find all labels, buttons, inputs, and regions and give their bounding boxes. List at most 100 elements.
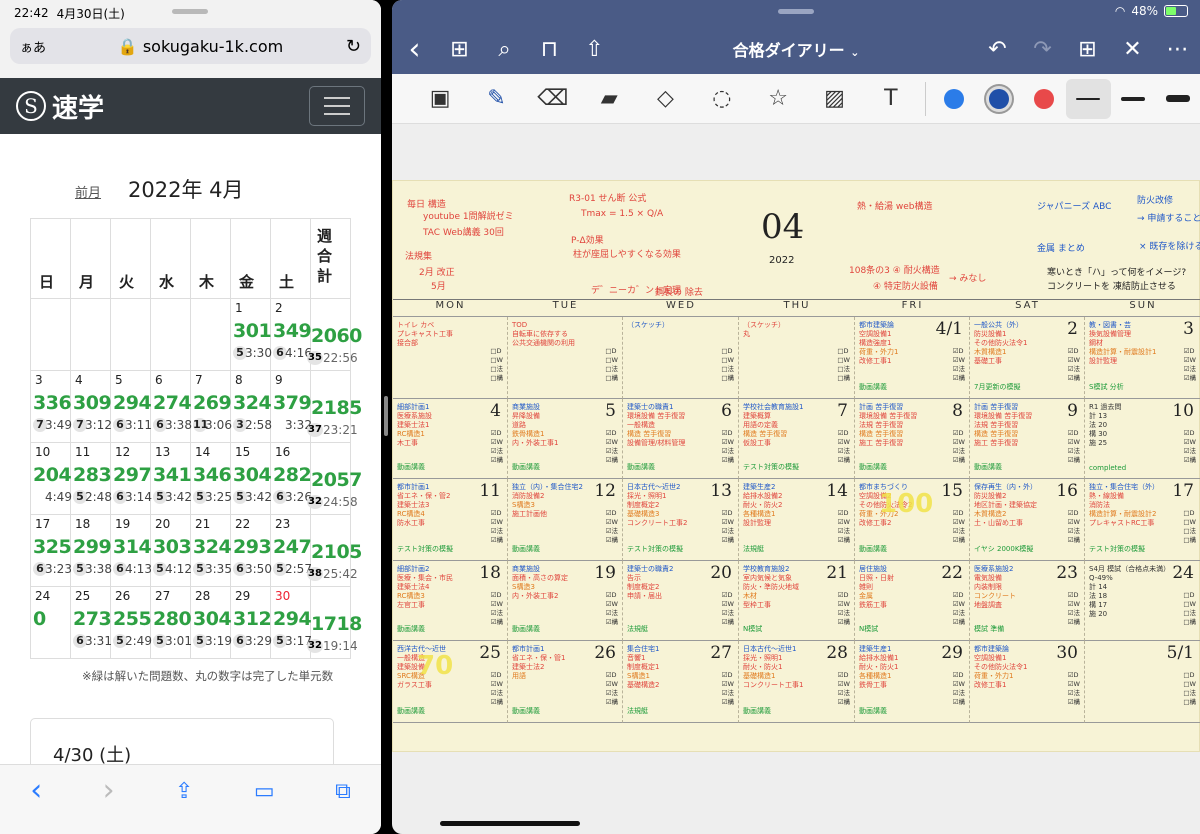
lasso-tool-icon[interactable]: ◌ (694, 79, 750, 119)
checkbox[interactable]: ☑D (491, 429, 503, 438)
day-cell[interactable]: 6 274 6 3:38 (150, 370, 192, 443)
checklist[interactable]: ☑D ☑W ☑法 ☑構 (1068, 509, 1080, 545)
day-cell[interactable]: 9 379 3:32 (270, 370, 312, 443)
bookmark-icon[interactable]: ⊓ (527, 37, 572, 62)
checkbox[interactable]: ☑D (1184, 429, 1196, 438)
checklist[interactable]: ☑D ☑W ☑法 ☑構 (722, 671, 734, 707)
checkbox[interactable]: ☑W (722, 518, 734, 527)
image-tool-icon[interactable]: ▨ (806, 79, 862, 119)
planner-day-cell[interactable]: 9 計画 苦手復習 環境設備 苦手復習 法規 苦手復習 構造 苦手復習 施工 苦手復習 ☑D… (970, 399, 1085, 479)
color-swatch-red[interactable] (1021, 79, 1066, 119)
checkbox[interactable]: □D (490, 347, 503, 356)
checkbox[interactable]: ☑W (1068, 438, 1080, 447)
checkbox[interactable]: ☑W (606, 600, 618, 609)
planner-day-cell[interactable]: 4/1 都市建築論 空調設備1 構造強度1 荷重・外力1 改修工事1 ☑D ☑W ☑法 ☑構 動画講… (855, 317, 970, 399)
checklist[interactable]: ☑D ☑W ☑法 ☑構 (1068, 429, 1080, 465)
checkbox[interactable]: ☑W (491, 518, 503, 527)
checkbox[interactable]: ☑W (838, 680, 850, 689)
checklist[interactable]: □D □W □法 □構 (1183, 591, 1196, 627)
checkbox[interactable]: ☑D (1068, 429, 1080, 438)
checklist[interactable]: ☑D ☑W ☑法 ☑構 (953, 429, 965, 465)
checkbox[interactable]: ☑D (1068, 347, 1080, 356)
checkbox[interactable]: ☑D (1068, 671, 1080, 680)
checkbox[interactable]: ☑法 (953, 689, 965, 698)
checkbox[interactable]: □構 (1183, 618, 1196, 627)
tabs-icon[interactable]: ⧉ (335, 779, 351, 804)
day-cell[interactable]: 21 324 5 3:35 (190, 514, 232, 587)
checkbox[interactable]: ☑構 (838, 698, 850, 707)
checkbox[interactable]: ☑構 (606, 698, 618, 707)
day-cell[interactable]: 4 309 7 3:12 (70, 370, 112, 443)
checkbox[interactable]: ☑構 (1068, 456, 1080, 465)
checkbox[interactable]: □構 (837, 374, 850, 383)
day-cell[interactable]: 30 294 5 3:17 (270, 586, 312, 659)
checkbox[interactable]: ☑法 (606, 527, 618, 536)
prev-month-link[interactable]: 前月 (75, 182, 101, 201)
checkbox[interactable]: ☑D (838, 429, 850, 438)
checklist[interactable]: □D □W □法 □構 (721, 347, 734, 383)
checkbox[interactable]: ☑法 (1068, 365, 1080, 374)
checkbox[interactable]: ☑構 (606, 536, 618, 545)
checkbox[interactable]: ☑D (606, 429, 618, 438)
checkbox[interactable]: ☑法 (953, 365, 965, 374)
checklist[interactable]: ☑D ☑W ☑法 ☑構 (606, 671, 618, 707)
day-cell[interactable]: 2 349 6 4:16 (270, 298, 312, 371)
day-cell[interactable]: 11 283 5 2:48 (70, 442, 112, 515)
checkbox[interactable]: ☑構 (491, 536, 503, 545)
checkbox[interactable]: □法 (490, 365, 503, 374)
checkbox[interactable]: ☑D (953, 591, 965, 600)
checkbox[interactable]: □W (605, 356, 618, 365)
checkbox[interactable]: ☑D (1068, 509, 1080, 518)
checkbox[interactable]: ☑構 (722, 456, 734, 465)
checkbox[interactable]: ☑構 (491, 618, 503, 627)
reader-options-button[interactable]: ぁあ (20, 37, 60, 56)
planner-day-cell[interactable]: （スケッチ）丸 □D □W □法 □構 (739, 317, 855, 399)
checkbox[interactable]: □構 (490, 374, 503, 383)
checkbox[interactable]: ☑法 (1068, 447, 1080, 456)
day-cell[interactable]: 10 204 4:49 (30, 442, 72, 515)
checkbox[interactable]: ☑D (606, 509, 618, 518)
checklist[interactable]: ☑D ☑W ☑法 ☑構 (722, 509, 734, 545)
grid-icon[interactable]: ⊞ (437, 37, 482, 62)
planner-day-cell[interactable]: 8 計画 苦手復習 環境設備 苦手復習 法規 苦手復習 構造 苦手復習 施工 苦手復習 ☑D… (855, 399, 970, 479)
checkbox[interactable]: ☑W (1068, 680, 1080, 689)
checkbox[interactable]: □法 (1183, 609, 1196, 618)
stroke-medium[interactable] (1111, 79, 1156, 119)
checkbox[interactable]: ☑D (606, 671, 618, 680)
checkbox[interactable]: ☑法 (838, 609, 850, 618)
address-bar[interactable]: ぁあ 🔒 sokugaku-1k.com ↻ (10, 28, 371, 64)
planner-day-cell[interactable]: 18 細部計画2 医療・集会・市民 建築士法4 RC構造3 左官工事 ☑D ☑W ☑法 ☑構 動画講… (393, 561, 508, 641)
checkbox[interactable]: ☑W (722, 680, 734, 689)
checkbox[interactable]: ☑法 (606, 609, 618, 618)
checkbox[interactable]: ☑法 (606, 447, 618, 456)
checklist[interactable]: ☑D ☑W ☑法 ☑構 (953, 347, 965, 383)
checklist[interactable]: ☑D ☑W ☑法 ☑構 (838, 671, 850, 707)
logo-icon[interactable]: S (16, 91, 46, 121)
checkbox[interactable]: ☑D (722, 429, 734, 438)
checkbox[interactable]: ☑W (838, 438, 850, 447)
checkbox[interactable]: □D (605, 347, 618, 356)
checklist[interactable]: ☑D ☑W ☑法 ☑構 (953, 591, 965, 627)
checkbox[interactable]: ☑法 (838, 527, 850, 536)
checklist[interactable]: ☑D ☑W ☑法 ☑構 (1068, 671, 1080, 707)
checkbox[interactable]: ☑W (606, 680, 618, 689)
checkbox[interactable]: ☑構 (491, 456, 503, 465)
checkbox[interactable]: ☑D (953, 671, 965, 680)
checkbox[interactable]: ☑D (953, 429, 965, 438)
checklist[interactable]: ☑D ☑W ☑法 ☑構 (1184, 429, 1196, 465)
checkbox[interactable]: □D (837, 347, 850, 356)
checkbox[interactable]: ☑W (953, 438, 965, 447)
split-view-handle[interactable] (384, 396, 388, 436)
checkbox[interactable]: □構 (721, 374, 734, 383)
checkbox[interactable]: ☑W (1068, 356, 1080, 365)
checkbox[interactable]: ☑法 (722, 609, 734, 618)
checkbox[interactable]: ☑W (491, 438, 503, 447)
checkbox[interactable]: ☑構 (953, 536, 965, 545)
checkbox[interactable]: ☑W (838, 600, 850, 609)
day-cell[interactable]: 13 341 5 3:42 (150, 442, 192, 515)
checkbox[interactable]: ☑構 (491, 698, 503, 707)
checkbox[interactable]: ☑D (838, 509, 850, 518)
checkbox[interactable]: □構 (605, 374, 618, 383)
checklist[interactable]: ☑D ☑W ☑法 ☑構 (1184, 347, 1196, 383)
checkbox[interactable]: □法 (605, 365, 618, 374)
